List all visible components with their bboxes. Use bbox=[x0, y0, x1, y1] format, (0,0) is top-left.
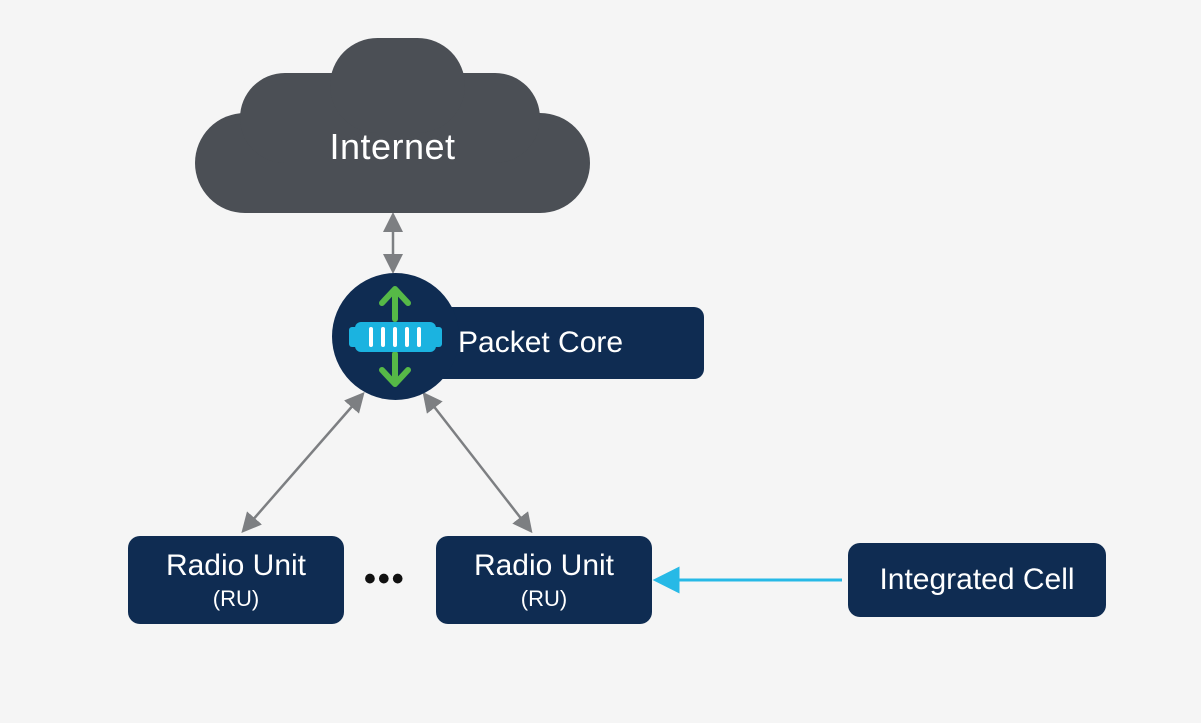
ellipsis: ••• bbox=[364, 560, 406, 599]
router-icon bbox=[332, 273, 459, 400]
packet-core-label: Packet Core bbox=[458, 326, 623, 359]
radio-unit-2: Radio Unit (RU) bbox=[436, 536, 652, 624]
radio-unit-1: Radio Unit (RU) bbox=[128, 536, 344, 624]
integrated-cell: Integrated Cell bbox=[848, 543, 1106, 617]
ru1-line2: (RU) bbox=[128, 586, 344, 611]
packet-core-node bbox=[332, 273, 459, 400]
ru2-line1: Radio Unit bbox=[436, 549, 652, 584]
ru2-line2: (RU) bbox=[436, 586, 652, 611]
integrated-cell-label: Integrated Cell bbox=[848, 563, 1106, 598]
connector-core-ru2 bbox=[425, 395, 530, 530]
diagram-canvas: Internet Packet Core bbox=[0, 0, 1201, 723]
connector-core-ru1 bbox=[244, 395, 362, 530]
internet-cloud: Internet bbox=[195, 38, 590, 213]
ru1-line1: Radio Unit bbox=[128, 549, 344, 584]
